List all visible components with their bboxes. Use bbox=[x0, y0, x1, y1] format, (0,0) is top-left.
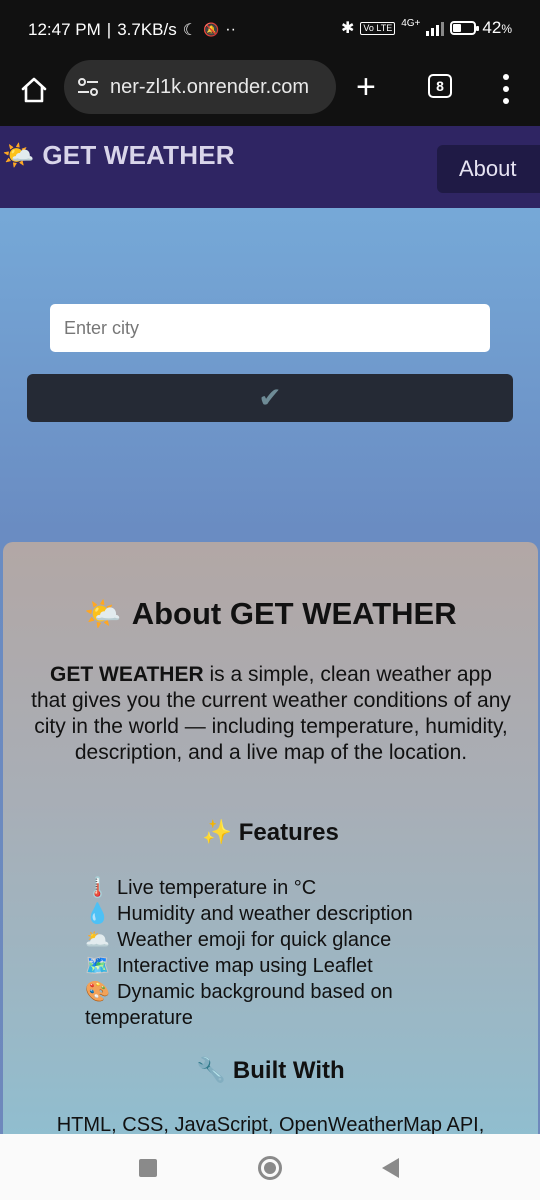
list-item: 🌥️ Weather emoji for quick glance bbox=[85, 929, 392, 951]
built-with-heading-text: Built With bbox=[232, 1057, 345, 1084]
status-bar: 12:47 PM | 3.7KB/s ☾ 🔕 ·· ✱ Vo LTE 4G+ 4… bbox=[0, 0, 540, 60]
about-card: 🌤️ About GET WEATHER GET WEATHER is a sim… bbox=[3, 542, 538, 1134]
new-tab-button[interactable]: + bbox=[356, 70, 376, 104]
thermometer-icon: 🌡️ bbox=[85, 877, 110, 899]
sparkles-icon: ✨ bbox=[202, 819, 233, 846]
more-menu-button[interactable] bbox=[500, 74, 512, 104]
list-item: 🎨 Dynamic background based on temperature bbox=[85, 981, 393, 1029]
submit-button[interactable]: ✔ bbox=[27, 374, 513, 422]
sun-behind-cloud-icon: 🌤️ bbox=[84, 598, 122, 631]
about-heading: 🌤️ About GET WEATHER bbox=[3, 596, 538, 632]
list-item: 🗺️ Interactive map using Leaflet bbox=[85, 955, 373, 977]
cloud-icon: 🌥️ bbox=[85, 929, 110, 951]
volte-badge: Vo LTE bbox=[360, 21, 396, 35]
battery-icon bbox=[450, 21, 480, 35]
status-time: 12:47 PM bbox=[28, 20, 101, 39]
network-type: 4G+ bbox=[401, 18, 421, 29]
site-settings-icon[interactable] bbox=[76, 75, 100, 99]
droplet-icon: 💧 bbox=[85, 903, 110, 925]
city-input[interactable] bbox=[50, 304, 490, 352]
home-nav-button[interactable] bbox=[258, 1156, 282, 1180]
web-page: 🌤️ GET WEATHER About ✔ 🌤️ About GET WEATH… bbox=[0, 126, 540, 1134]
system-nav-bar bbox=[0, 1134, 540, 1200]
back-button[interactable] bbox=[382, 1158, 399, 1178]
features-heading-text: Features bbox=[238, 819, 339, 846]
brand[interactable]: 🌤️ GET WEATHER bbox=[2, 140, 235, 171]
list-item: 💧 Humidity and weather description bbox=[85, 903, 413, 925]
features-heading: ✨ Features bbox=[3, 818, 538, 847]
menu-dot bbox=[503, 86, 509, 92]
url-text[interactable]: ner-zl1k.onrender.com bbox=[110, 76, 309, 99]
muted-bell-icon: 🔕 bbox=[203, 22, 220, 37]
palette-icon: 🎨 bbox=[85, 981, 110, 1003]
moon-icon: ☾ bbox=[182, 22, 198, 39]
home-button[interactable] bbox=[18, 74, 50, 106]
list-item: 🌡️ Live temperature in °C bbox=[85, 877, 317, 899]
map-icon: 🗺️ bbox=[85, 955, 110, 977]
about-desc-bold: GET WEATHER bbox=[50, 663, 204, 686]
about-description: GET WEATHER is a simple, clean weather a… bbox=[31, 662, 511, 766]
features-list: 🌡️ Live temperature in °C 💧 Humidity and w… bbox=[85, 875, 465, 1031]
recents-button[interactable] bbox=[139, 1159, 157, 1177]
bluetooth-icon: ✱ bbox=[340, 20, 355, 37]
status-left: 12:47 PM | 3.7KB/s ☾ 🔕 ·· bbox=[28, 20, 236, 40]
more-notifications-icon: ·· bbox=[225, 21, 236, 38]
sun-behind-cloud-icon: 🌤️ bbox=[2, 140, 35, 170]
site-title: GET WEATHER bbox=[42, 140, 235, 170]
built-with-heading: 🔧 Built With bbox=[3, 1056, 538, 1085]
address-bar[interactable]: ner-zl1k.onrender.com bbox=[64, 60, 336, 114]
battery-fill bbox=[453, 24, 462, 32]
status-speed: 3.7KB/s bbox=[117, 20, 177, 39]
tab-switcher-button[interactable]: 8 bbox=[428, 74, 452, 98]
built-with-text: HTML, CSS, JavaScript, OpenWeatherMap AP… bbox=[56, 1114, 485, 1134]
battery-percent: 42% bbox=[482, 18, 512, 37]
site-header: 🌤️ GET WEATHER About bbox=[0, 126, 540, 208]
checkmark-icon: ✔ bbox=[258, 382, 282, 413]
browser-toolbar: ner-zl1k.onrender.com + 8 bbox=[0, 60, 540, 126]
home-icon bbox=[21, 77, 47, 103]
about-button[interactable]: About bbox=[437, 145, 540, 193]
menu-dot bbox=[503, 98, 509, 104]
menu-dot bbox=[503, 74, 509, 80]
status-separator: | bbox=[106, 20, 112, 39]
wrench-icon: 🔧 bbox=[196, 1057, 227, 1084]
status-right: ✱ Vo LTE 4G+ 42% bbox=[341, 18, 512, 38]
signal-icon bbox=[426, 20, 445, 36]
about-heading-text: About GET WEATHER bbox=[131, 596, 457, 631]
